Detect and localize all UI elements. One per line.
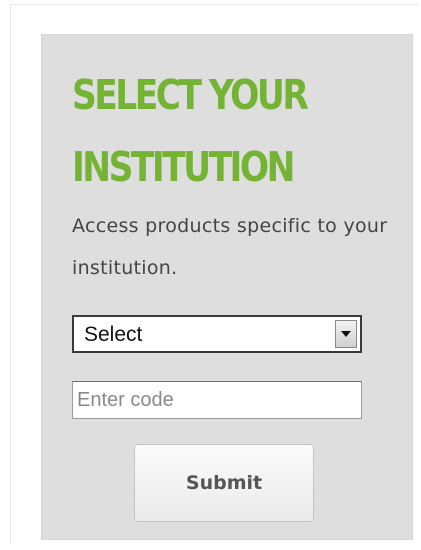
institution-code-input[interactable]	[72, 381, 362, 419]
widget-description: Access products specific to your institu…	[72, 215, 388, 279]
institution-select-value: Select	[84, 323, 143, 346]
institution-select[interactable]: Select	[72, 315, 362, 353]
institution-selector-panel: SELECT YOUR INSTITUTION Access products …	[41, 34, 413, 540]
chevron-down-icon	[341, 331, 351, 337]
dropdown-arrow-button[interactable]	[335, 320, 357, 348]
widget-title: SELECT YOUR INSTITUTION	[72, 71, 309, 191]
submit-button[interactable]: Submit	[134, 444, 314, 522]
page: SELECT YOUR INSTITUTION Access products …	[0, 0, 421, 550]
